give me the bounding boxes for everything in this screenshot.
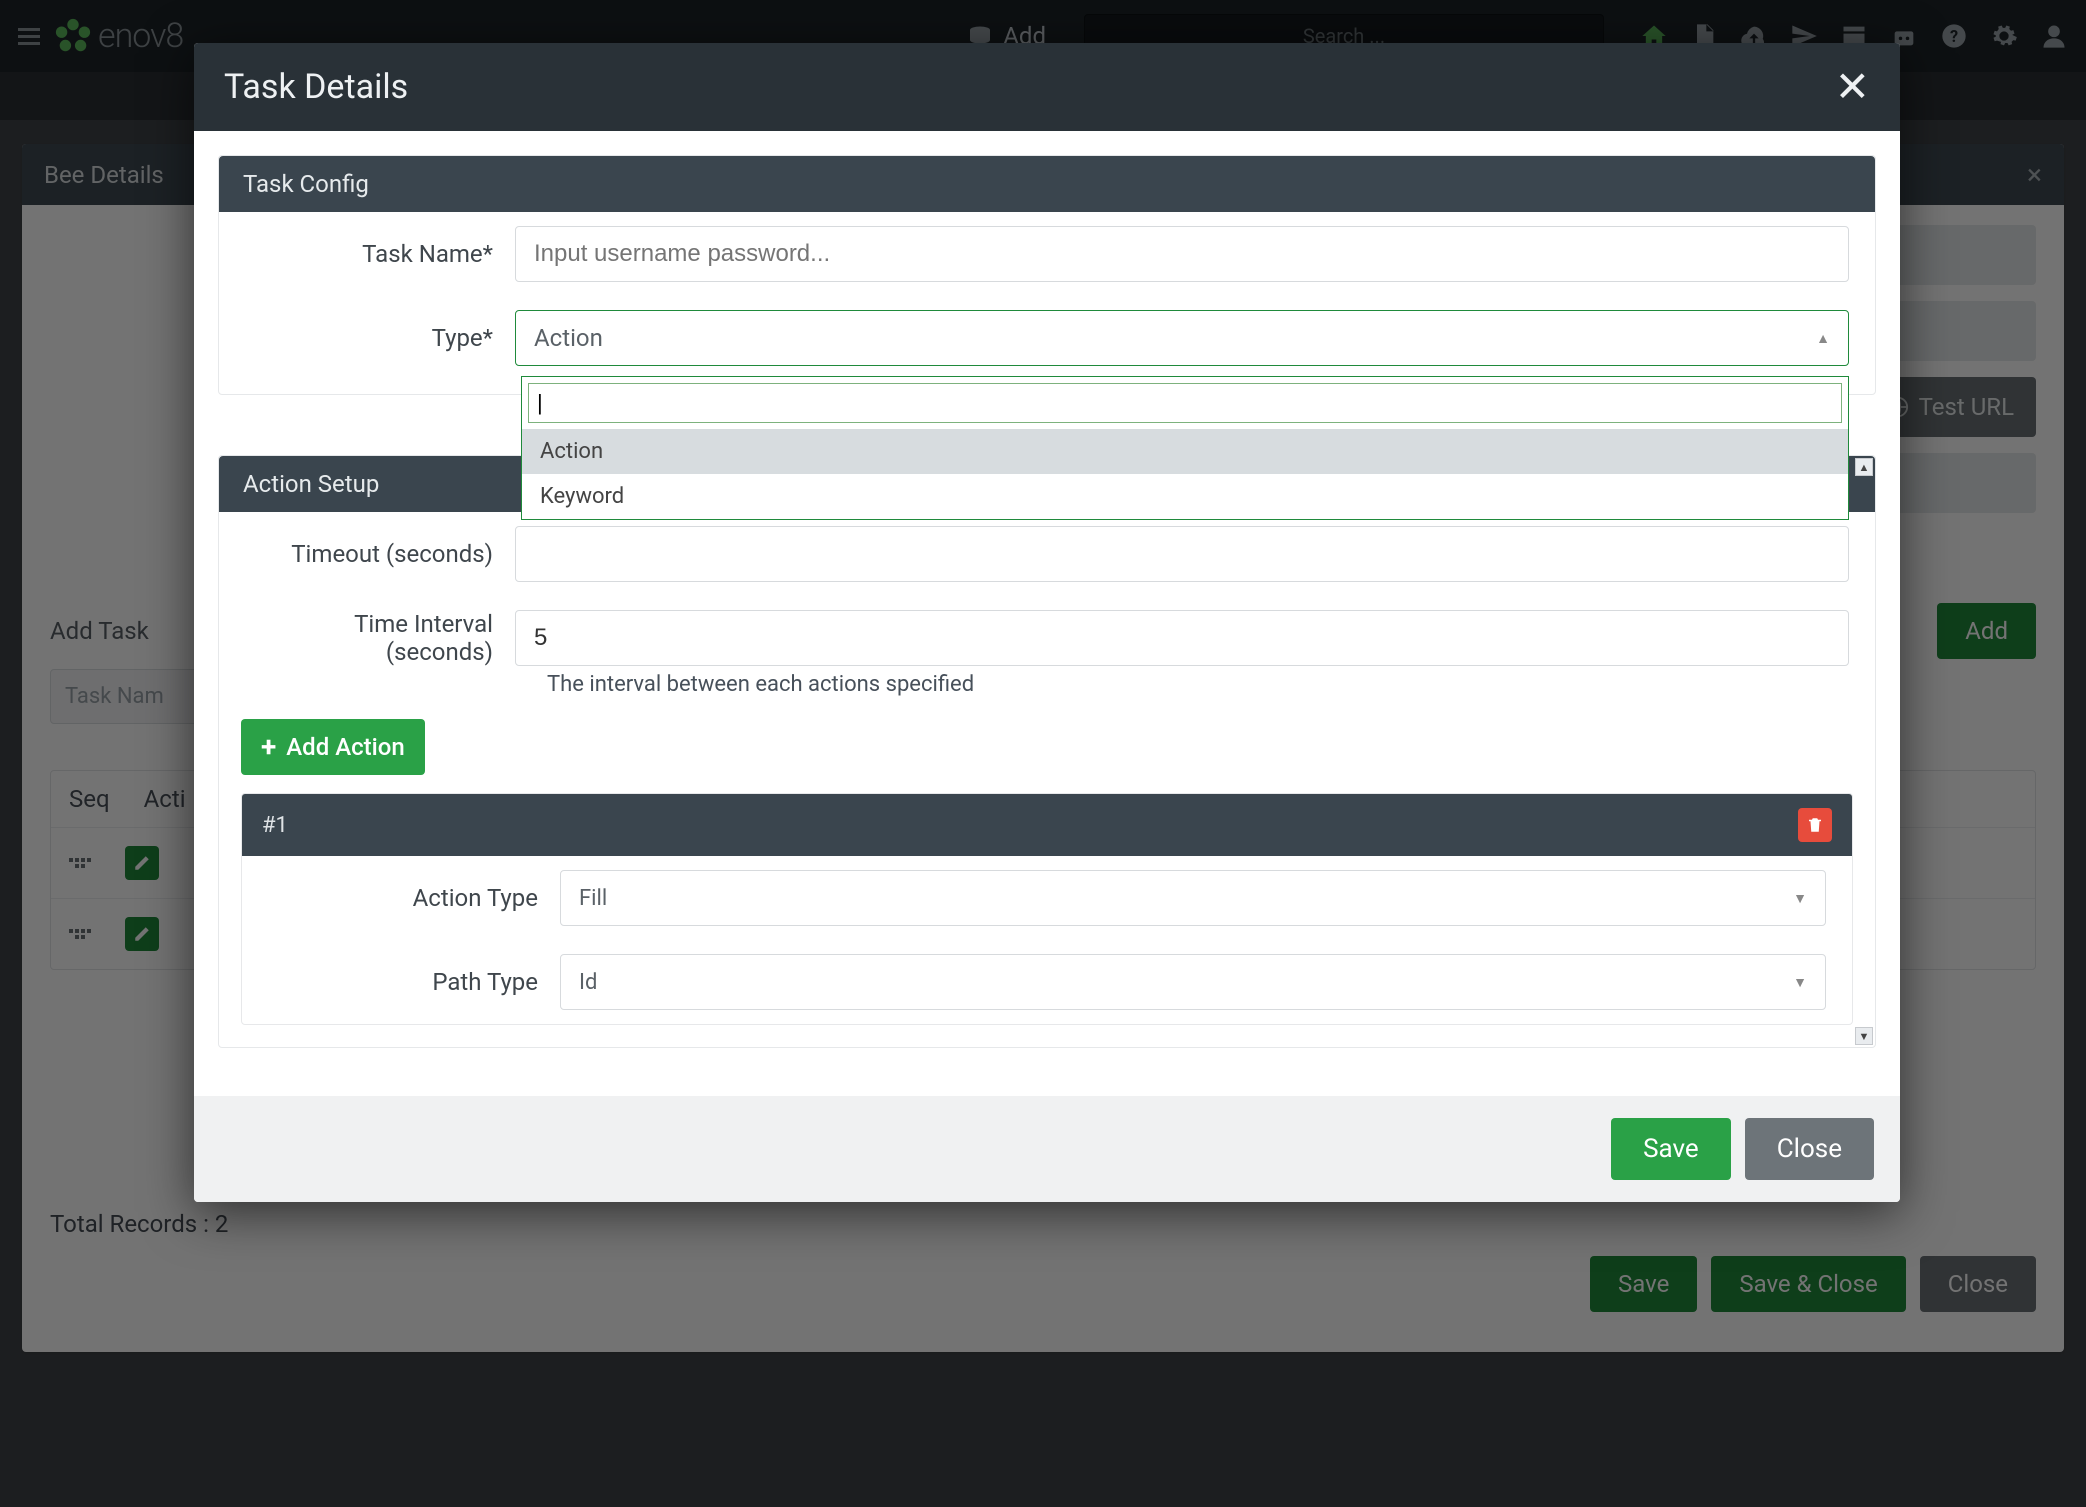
scroll-up-button[interactable]: ▲ <box>1855 458 1873 476</box>
type-option-action[interactable]: Action <box>522 429 1848 474</box>
trash-icon <box>1806 816 1824 834</box>
action-type-label: Action Type <box>268 884 548 912</box>
type-value: Action <box>534 324 603 352</box>
action-setup-card: Action Setup Timeout (seconds) Time Inte… <box>218 455 1876 1048</box>
path-type-label: Path Type <box>268 968 548 996</box>
add-action-label: Add Action <box>286 733 404 761</box>
type-dropdown: Action Keyword <box>521 376 1849 520</box>
caret-down-icon: ▼ <box>1793 974 1807 991</box>
type-option-keyword[interactable]: Keyword <box>522 474 1848 519</box>
task-name-label: Task Name* <box>245 240 503 268</box>
path-type-select[interactable]: Id ▼ <box>560 954 1826 1010</box>
interval-help: The interval between each actions specif… <box>521 672 1875 715</box>
path-type-value: Id <box>579 970 597 995</box>
action-1-title: #1 <box>262 813 288 838</box>
interval-label: Time Interval (seconds) <box>245 610 503 666</box>
task-details-modal: Task Details ✕ Task Config Task Name* Ty… <box>194 43 1900 1202</box>
action-type-value: Fill <box>579 886 607 911</box>
type-select[interactable]: Action ▲ <box>515 310 1849 366</box>
delete-action-button[interactable] <box>1798 808 1832 842</box>
type-label: Type* <box>245 324 503 352</box>
type-dropdown-search[interactable] <box>528 383 1842 423</box>
scroll-control: ▲ ▼ <box>1853 456 1875 1047</box>
add-action-button[interactable]: + Add Action <box>241 719 425 775</box>
modal-save-button[interactable]: Save <box>1611 1118 1731 1180</box>
task-config-header: Task Config <box>219 156 1875 212</box>
timeout-label: Timeout (seconds) <box>245 540 503 568</box>
task-name-input[interactable] <box>515 226 1849 282</box>
timeout-input[interactable] <box>515 526 1849 582</box>
action-type-select[interactable]: Fill ▼ <box>560 870 1826 926</box>
interval-input[interactable] <box>515 610 1849 666</box>
close-icon[interactable]: ✕ <box>1835 77 1870 98</box>
modal-title: Task Details <box>224 67 408 107</box>
task-config-card: Task Config Task Name* Type* Action ▲ Ac… <box>218 155 1876 395</box>
scroll-down-button[interactable]: ▼ <box>1855 1027 1873 1045</box>
action-block-1: #1 Action Type Fill ▼ Path Type <box>241 793 1853 1025</box>
caret-down-icon: ▼ <box>1793 890 1807 907</box>
modal-close-button[interactable]: Close <box>1745 1118 1874 1180</box>
plus-icon: + <box>261 740 276 754</box>
caret-up-icon: ▲ <box>1816 330 1830 347</box>
